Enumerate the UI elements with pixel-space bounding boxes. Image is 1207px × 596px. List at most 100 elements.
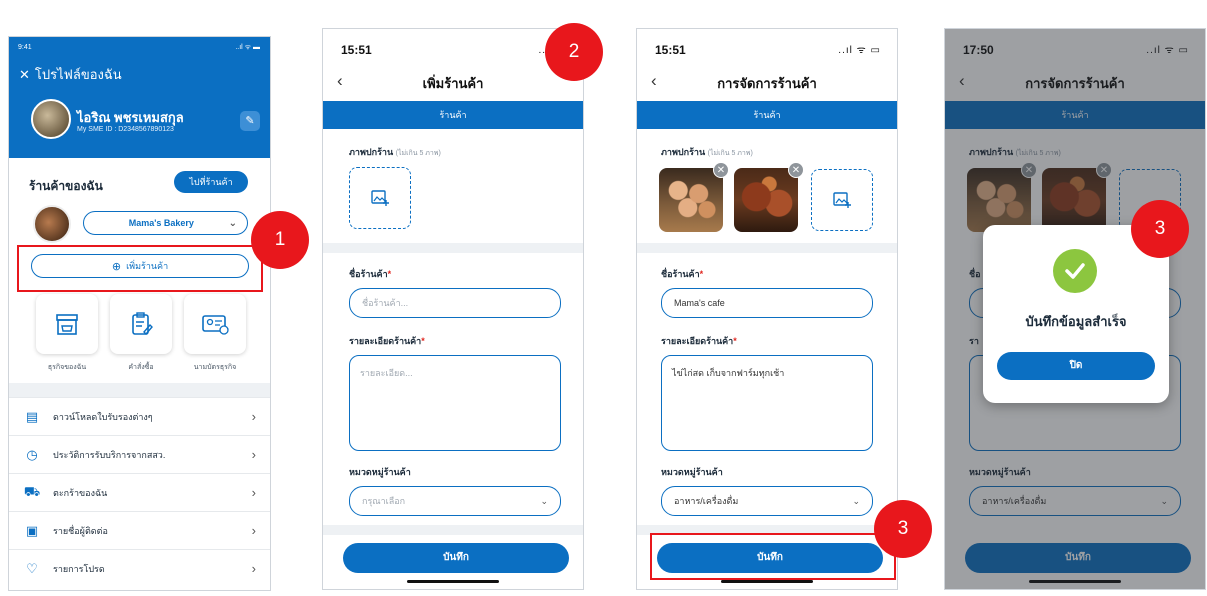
history-icon: ◷ [26,446,38,462]
profile-header: 9:41 ..ıl ᯤ ▬ ✕ โปรไฟล์ของฉัน ไอริณ พชรเ… [9,37,270,158]
shop-select[interactable]: Mama's Bakery ⌄ [83,211,248,235]
tab-shop[interactable]: ร้านค้า [637,101,897,129]
cover-photo-eggs[interactable] [659,168,723,232]
detail-label: รายละเอียดร้านค้า* [349,336,425,346]
shop-detail-textarea[interactable]: ไข่ไก่สด เก็บจากฟาร์มทุกเช้า [661,355,873,451]
detail-label-text: รายละเอียดร้านค้า [349,336,422,346]
status-icons: ..ıl ᯤ ▭ [838,45,881,56]
business-card-card[interactable] [184,294,246,354]
profile-screen: 9:41 ..ıl ᯤ ▬ ✕ โปรไฟล์ของฉัน ไอริณ พชรเ… [8,36,271,591]
menu-label: ประวัติการรับบริการจากสสว. [53,449,166,460]
cover-label: ภาพปกร้าน (ไม่เกิน 5 ภาพ) [661,145,753,159]
remove-photo-icon[interactable]: ✕ [788,162,804,178]
cart-icon: ⛟ [23,483,41,499]
chevron-right-icon: › [251,447,256,462]
menu-item-contacts[interactable]: ▣ รายชื่อผู้ติดต่อ › [9,511,270,549]
my-shop-title: ร้านค้าของฉัน [29,179,103,193]
cover-hint: (ไม่เกิน 5 ภาพ) [707,150,753,157]
menu-item-service-history[interactable]: ◷ ประวัติการรับบริการจากสสว. › [9,435,270,473]
chevron-right-icon: › [251,409,256,424]
shop-select-value: Mama's Bakery [128,218,194,228]
quick-label-my-business: ธุรกิจของฉัน [47,364,87,371]
shop-name-input[interactable]: ชื่อร้านค้า... [349,288,561,318]
avatar [31,99,71,139]
highlight-save-button [650,533,896,580]
category-select[interactable]: อาหาร/เครื่องดื่ม ⌄ [661,486,873,516]
close-icon[interactable]: ✕ [19,67,30,83]
save-success-screen: 17:50 ..ıl ᯤ ▭ ‹ การจัดการร้านค้า ร้านค้… [944,28,1206,590]
detail-label-text: รายละเอียดร้านค้า [661,336,734,346]
go-shop-button[interactable]: ไปที่ร้านค้า [174,171,248,193]
status-icons: ..ıl ᯤ ▬ [235,44,260,51]
cover-photo-hens[interactable] [734,168,798,232]
quick-label-orders: คำสั่งซื้อ [128,364,154,371]
store-icon [56,314,78,335]
page-title: เพิ่มร้านค้า [422,76,484,91]
chevron-down-icon: ⌄ [540,495,548,506]
menu-item-favorites[interactable]: ♡ รายการโปรด › [9,549,270,587]
success-message: บันทึกข้อมูลสำเร็จ [1025,314,1127,329]
add-shop-screen: 15:51 ..ıl ᯤ ‹ เพิ่มร้านค้า ร้านค้า ภาพป… [322,28,584,590]
menu-label: ดาวน์โหลดใบรับรองต่างๆ [53,411,153,422]
id-card-icon [202,315,229,335]
shop-detail-textarea[interactable]: รายละเอียด... [349,355,561,451]
highlight-add-shop [17,245,263,292]
remove-photo-icon[interactable]: ✕ [713,162,729,178]
category-placeholder: กรุณาเลือก [362,496,406,506]
category-value: อาหาร/เครื่องดื่ม [674,496,739,506]
tab-shop[interactable]: ร้านค้า [323,101,583,129]
home-indicator [721,580,813,583]
cover-hint: (ไม่เกิน 5 ภาพ) [395,150,441,157]
shop-name-input[interactable]: Mama's cafe [661,288,873,318]
chevron-right-icon: › [251,523,256,538]
step-badge-2: 2 [545,23,603,81]
name-label: ชื่อร้านค้า* [349,269,392,279]
step-badge-1: 1 [251,211,309,269]
section-divider [9,383,270,397]
user-name: ไอริณ พชรเหมสกุล [77,110,184,125]
page-title: การจัดการร้านค้า [717,76,817,91]
add-image-icon [371,190,389,206]
section-divider [323,243,583,253]
my-business-card[interactable] [36,294,98,354]
detail-label: รายละเอียดร้านค้า* [661,336,737,346]
section-divider [637,243,897,253]
image-upload-button[interactable] [349,167,411,229]
name-label-text: ชื่อร้านค้า [349,269,388,279]
status-time: 15:51 [655,43,686,57]
step-badge-3-modal: 3 [1131,200,1189,258]
menu-item-cart[interactable]: ⛟ ตะกร้าของฉัน › [9,473,270,511]
status-time: 15:51 [341,43,372,57]
name-label: ชื่อร้านค้า* [661,269,704,279]
check-icon [1053,249,1097,293]
menu-item-download-certificates[interactable]: ▤ ดาวน์โหลดใบรับรองต่างๆ › [9,397,270,435]
close-button[interactable]: ปิด [997,352,1155,380]
user-id: My SME ID : D2348567890123 [77,126,174,133]
chevron-right-icon: › [251,485,256,500]
name-label-text: ชื่อร้านค้า [661,269,700,279]
save-button[interactable]: บันทึก [343,543,569,573]
section-divider [323,525,583,535]
menu-label: รายการโปรด [53,563,105,574]
cover-label-text: ภาพปกร้าน [661,147,706,157]
cover-label-text: ภาพปกร้าน [349,147,394,157]
edit-profile-icon[interactable]: ✎ [240,111,260,131]
category-label: หมวดหมู่ร้านค้า [349,467,411,477]
menu-label: ตะกร้าของฉัน [53,487,108,498]
contacts-icon: ▣ [25,522,39,538]
quick-label-business-card: นามบัตรธุรกิจ [193,364,237,371]
orders-card[interactable] [110,294,172,354]
home-indicator [407,580,499,583]
image-upload-button[interactable] [811,169,873,231]
certificate-icon: ▤ [25,408,39,424]
heart-icon: ♡ [26,560,38,576]
shop-avatar [33,205,71,243]
chevron-right-icon: › [251,561,256,576]
add-image-icon [833,192,851,208]
category-select[interactable]: กรุณาเลือก ⌄ [349,486,561,516]
chevron-down-icon: ⌄ [228,217,237,229]
page-title-text: โปรไฟล์ของฉัน [34,67,122,82]
manage-shop-screen: 15:51 ..ıl ᯤ ▭ ‹ การจัดการร้านค้า ร้านค้… [636,28,898,590]
menu-label: รายชื่อผู้ติดต่อ [53,525,108,536]
clipboard-icon [132,312,153,336]
